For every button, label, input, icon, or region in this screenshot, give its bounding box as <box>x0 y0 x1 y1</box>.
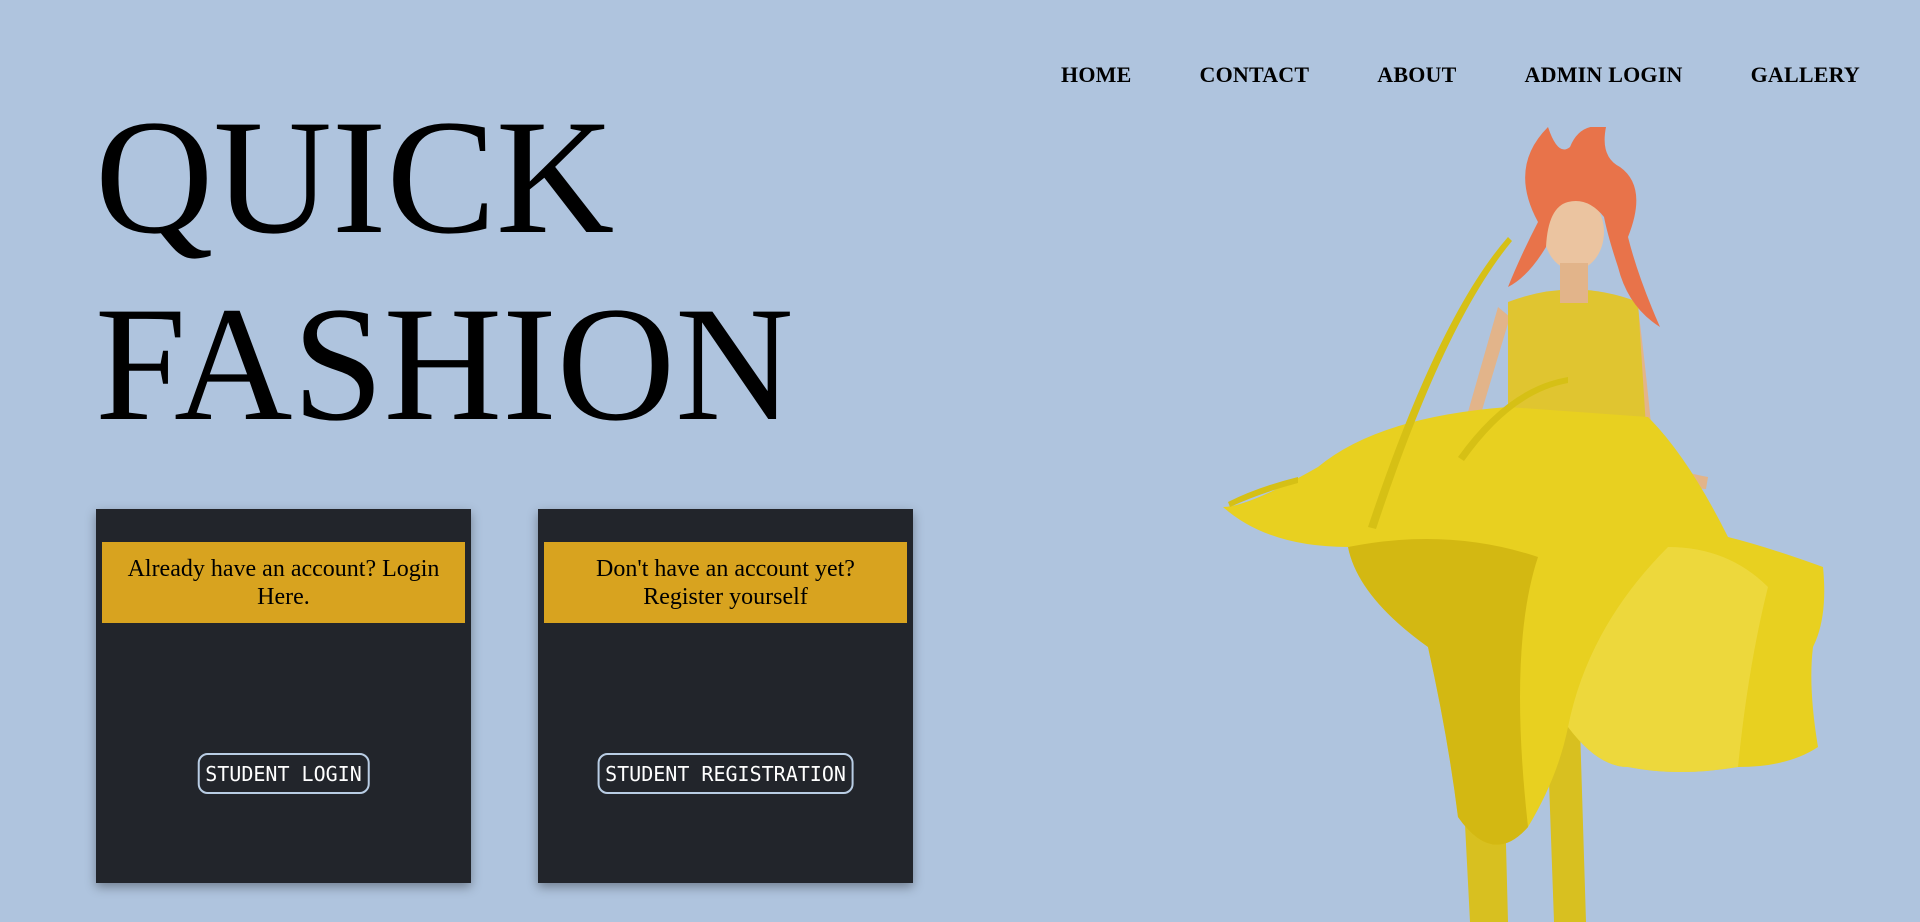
model-neck <box>1560 263 1588 303</box>
registration-card: Don't have an account yet? Register your… <box>538 509 913 883</box>
fashion-model-image <box>1223 127 1825 922</box>
page-title-line-1: QUICK <box>95 87 615 268</box>
student-login-button[interactable]: STUDENT LOGIN <box>197 753 370 794</box>
student-registration-button[interactable]: STUDENT REGISTRATION <box>597 753 854 794</box>
top-navigation: HOME CONTACT ABOUT ADMIN LOGIN GALLERY <box>1061 62 1860 88</box>
page-title-line-2: FASHION <box>95 274 794 455</box>
nav-admin-login-link[interactable]: ADMIN LOGIN <box>1525 62 1683 88</box>
nav-gallery-link[interactable]: GALLERY <box>1751 62 1860 88</box>
login-card-caption: Already have an account? Login Here. <box>102 542 465 623</box>
nav-about-link[interactable]: ABOUT <box>1377 62 1456 88</box>
nav-contact-link[interactable]: CONTACT <box>1199 62 1309 88</box>
model-skirt-shade <box>1348 539 1538 845</box>
nav-home-link[interactable]: HOME <box>1061 62 1131 88</box>
login-card: Already have an account? Login Here. STU… <box>96 509 471 883</box>
registration-card-caption: Don't have an account yet? Register your… <box>544 542 907 623</box>
page-title: QUICK FASHION <box>95 84 794 458</box>
